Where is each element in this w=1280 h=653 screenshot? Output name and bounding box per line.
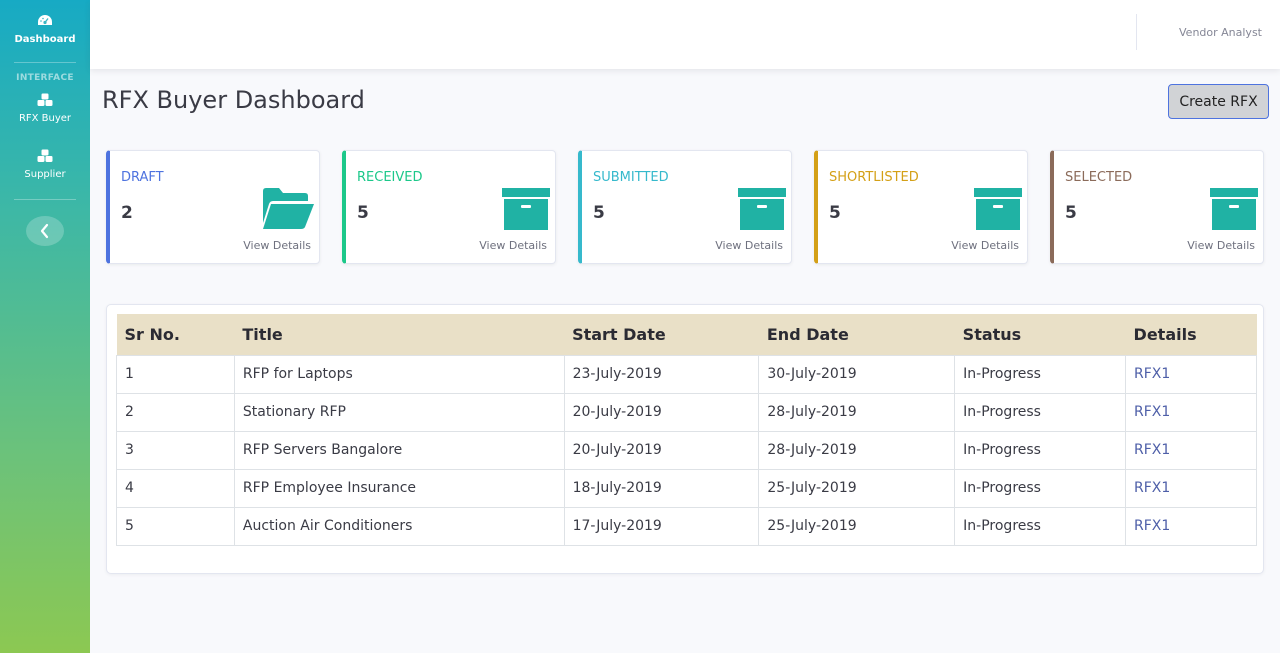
- user-menu[interactable]: Vendor Analyst: [1179, 26, 1262, 39]
- table-cell: 5: [116, 506, 235, 546]
- table-cell: 1: [116, 354, 235, 394]
- topbar: Vendor Analyst: [90, 0, 1280, 69]
- archive-icon: [1210, 188, 1258, 230]
- table-cell: 23-July-2019: [563, 354, 760, 394]
- card-label: SHORTLISTED: [829, 170, 919, 185]
- table-cell: RFX1: [1125, 468, 1257, 508]
- status-card-3: SHORTLISTED 5 View Details: [814, 150, 1028, 264]
- status-card-1: RECEIVED 5 View Details: [342, 150, 556, 264]
- sidebar-item-label: Supplier: [24, 169, 66, 180]
- dashboard-icon: [38, 15, 52, 25]
- table-header-row: Sr No. Title Start Date End Date Status Detai…: [116, 314, 1257, 355]
- column-header: Title: [234, 314, 565, 355]
- sidebar-item-dashboard[interactable]: Dashboard: [0, 0, 90, 62]
- sidebar-item-label: RFX Buyer: [18, 113, 72, 124]
- card-label: SELECTED: [1065, 170, 1133, 185]
- table-row: 4 RFP Employee Insurance 18-July-2019 25-Ju…: [116, 468, 1257, 508]
- table-row: 2 Stationary RFP 20-July-2019 28-July-2019 I…: [116, 392, 1257, 432]
- table-cell: RFX1: [1125, 392, 1257, 432]
- sidebar-divider: [14, 199, 76, 200]
- column-header: Start Date: [564, 314, 759, 355]
- sidebar-item-rfx-buyer[interactable]: RFX Buyer: [0, 83, 90, 135]
- sidebar-divider: [14, 62, 76, 63]
- view-details-link[interactable]: View Details: [243, 239, 311, 252]
- table-cell: 2: [116, 392, 235, 432]
- view-details-link[interactable]: View Details: [1187, 239, 1255, 252]
- table-cell: 3: [116, 430, 235, 470]
- table-cell: RFP for Laptops: [233, 354, 565, 394]
- table-cell: In-Progress: [954, 392, 1127, 432]
- table-cell: Stationary RFP: [233, 392, 565, 432]
- table-cell: RFX1: [1125, 506, 1257, 546]
- status-card-0: DRAFT 2 View Details: [106, 150, 320, 264]
- table-cell: RFP Employee Insurance: [233, 468, 565, 508]
- table-cell: 25-July-2019: [758, 468, 956, 508]
- card-label: SUBMITTED: [593, 170, 669, 185]
- table-cell: 20-July-2019: [563, 430, 760, 470]
- table-cell: 28-July-2019: [758, 430, 956, 470]
- folder-open-icon: [263, 188, 314, 229]
- archive-icon: [738, 188, 786, 230]
- details-link[interactable]: RFX1: [1134, 404, 1170, 420]
- card-count: 5: [829, 203, 841, 223]
- chevron-left-icon: [40, 223, 49, 239]
- cubes-icon: [37, 149, 53, 162]
- details-link[interactable]: RFX1: [1134, 442, 1170, 458]
- table-cell: In-Progress: [954, 430, 1127, 470]
- sidebar-item-supplier[interactable]: Supplier: [0, 135, 90, 199]
- table-cell: 17-July-2019: [563, 506, 760, 546]
- column-header: End Date: [758, 314, 955, 355]
- table-cell: 28-July-2019: [758, 392, 956, 432]
- status-card-4: SELECTED 5 View Details: [1050, 150, 1264, 264]
- topbar-divider: [1136, 14, 1137, 50]
- table-row: 5 Auction Air Conditioners 17-July-2019 25-…: [116, 506, 1257, 546]
- sidebar: Dashboard INTERFACE RFX Buyer Supplier: [0, 0, 90, 653]
- create-rfx-button[interactable]: Create RFX: [1168, 84, 1269, 119]
- table-cell: In-Progress: [954, 468, 1127, 508]
- table-cell: 20-July-2019: [563, 392, 760, 432]
- card-label: DRAFT: [121, 170, 164, 185]
- archive-icon: [974, 188, 1022, 230]
- table-cell: 25-July-2019: [758, 506, 956, 546]
- view-details-link[interactable]: View Details: [479, 239, 547, 252]
- table-cell: RFP Servers Bangalore: [233, 430, 565, 470]
- column-header: Details: [1125, 314, 1257, 355]
- view-details-link[interactable]: View Details: [951, 239, 1019, 252]
- table-cell: In-Progress: [954, 354, 1127, 394]
- table-row: 3 RFP Servers Bangalore 20-July-2019 28-Jul…: [116, 430, 1257, 470]
- status-card-2: SUBMITTED 5 View Details: [578, 150, 792, 264]
- cubes-icon: [37, 93, 53, 106]
- card-count: 5: [357, 203, 369, 223]
- details-link[interactable]: RFX1: [1134, 366, 1170, 382]
- card-count: 2: [121, 203, 133, 223]
- details-link[interactable]: RFX1: [1134, 480, 1170, 496]
- table-row: 1 RFP for Laptops 23-July-2019 30-July-2019…: [116, 354, 1257, 394]
- sidebar-heading: INTERFACE: [16, 73, 74, 83]
- table-cell: Auction Air Conditioners: [233, 506, 565, 546]
- card-count: 5: [593, 203, 605, 223]
- column-header: Status: [954, 314, 1126, 355]
- table-cell: 18-July-2019: [563, 468, 760, 508]
- table-cell: 30-July-2019: [758, 354, 956, 394]
- table-cell: RFX1: [1125, 430, 1257, 470]
- card-label: RECEIVED: [357, 170, 423, 185]
- column-header: Sr No.: [116, 314, 235, 355]
- rfx-table-card: Sr No. Title Start Date End Date Status Detai…: [106, 304, 1264, 574]
- table-cell: 4: [116, 468, 235, 508]
- rfx-table: Sr No. Title Start Date End Date Status Detai…: [116, 314, 1257, 546]
- sidebar-item-label: Dashboard: [14, 34, 76, 45]
- archive-icon: [502, 188, 550, 230]
- page-title: RFX Buyer Dashboard: [102, 86, 365, 114]
- card-count: 5: [1065, 203, 1077, 223]
- details-link[interactable]: RFX1: [1134, 518, 1170, 534]
- view-details-link[interactable]: View Details: [715, 239, 783, 252]
- sidebar-toggle-button[interactable]: [26, 216, 64, 246]
- table-cell: RFX1: [1125, 354, 1257, 394]
- table-cell: In-Progress: [954, 506, 1127, 546]
